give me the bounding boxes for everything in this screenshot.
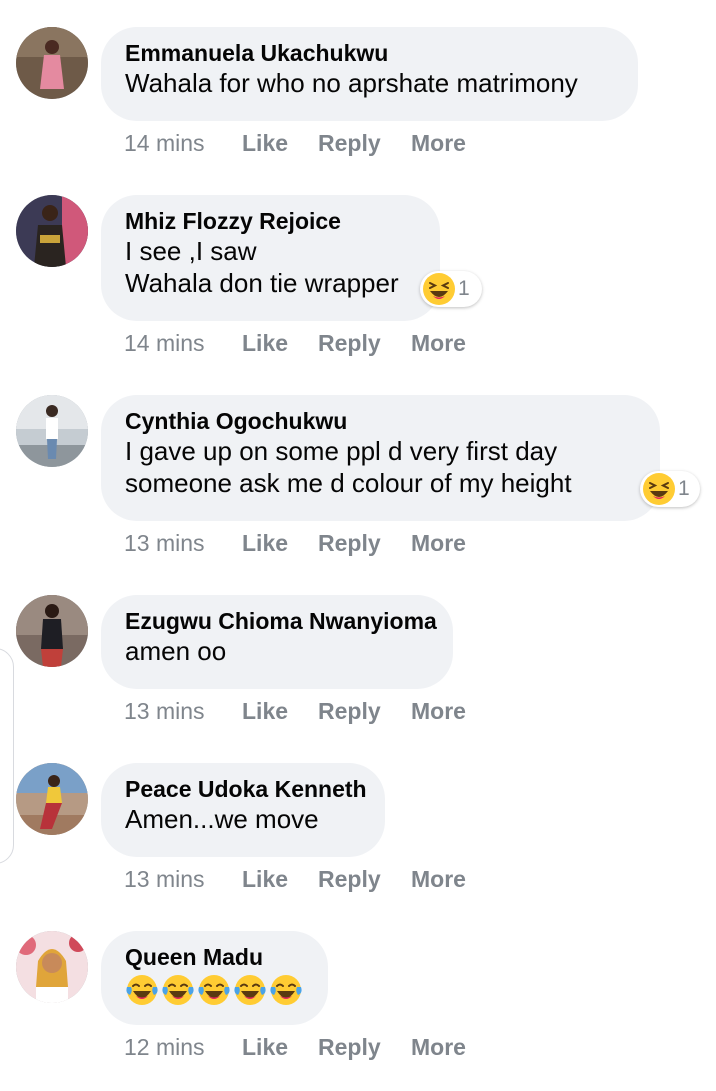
comment-author[interactable]: Mhiz Flozzy Rejoice [125,207,416,235]
comment-text: I gave up on some ppl d very first day s… [125,436,572,498]
reaction-count: 1 [458,277,470,300]
comment-text: amen oo [125,636,227,666]
avatar[interactable] [16,27,88,99]
like-button[interactable]: Like [242,129,288,157]
comment-time[interactable]: 14 mins [124,130,205,156]
comment-time[interactable]: 13 mins [124,530,205,556]
grinning-squinting-face-icon [422,272,456,306]
comment-time[interactable]: 13 mins [124,866,205,892]
reply-button[interactable]: Reply [318,697,381,725]
comment-bubble: Cynthia Ogochukwu I gave up on some ppl … [101,395,660,521]
avatar[interactable] [16,931,88,1003]
emoji-message [125,973,304,1007]
comment-text: Amen...we move [125,804,319,834]
comment-meta: 12 mins Like Reply More [124,1033,466,1061]
comment-text: Wahala for who no aprshate matrimony [125,68,578,98]
comment-bubble: Ezugwu Chioma Nwanyioma amen oo [101,595,453,689]
comment-bubble: Emmanuela Ukachukwu Wahala for who no ap… [101,27,638,121]
comment-bubble: Queen Madu [101,931,328,1025]
comment-meta: 13 mins Like Reply More [124,529,466,557]
reply-button[interactable]: Reply [318,865,381,893]
more-button[interactable]: More [411,1033,466,1061]
comment-time[interactable]: 12 mins [124,1034,205,1060]
like-button[interactable]: Like [242,697,288,725]
avatar[interactable] [16,763,88,835]
side-panel-edge [0,648,14,864]
reaction-badge[interactable]: 1 [420,271,482,307]
like-button[interactable]: Like [242,1033,288,1061]
like-button[interactable]: Like [242,865,288,893]
reaction-count: 1 [678,477,690,500]
face-with-tears-of-joy-icon [161,973,195,1007]
comment-author[interactable]: Ezugwu Chioma Nwanyioma [125,607,437,635]
like-button[interactable]: Like [242,529,288,557]
more-button[interactable]: More [411,329,466,357]
like-button[interactable]: Like [242,329,288,357]
comment-meta: 14 mins Like Reply More [124,329,466,357]
comment-author[interactable]: Emmanuela Ukachukwu [125,39,614,67]
face-with-tears-of-joy-icon [233,973,267,1007]
face-with-tears-of-joy-icon [269,973,303,1007]
comment-author[interactable]: Cynthia Ogochukwu [125,407,636,435]
comment-author[interactable]: Queen Madu [125,943,304,971]
reply-button[interactable]: Reply [318,129,381,157]
reply-button[interactable]: Reply [318,329,381,357]
reply-button[interactable]: Reply [318,1033,381,1061]
avatar[interactable] [16,595,88,667]
more-button[interactable]: More [411,529,466,557]
comment-bubble: Mhiz Flozzy Rejoice I see ,I saw Wahala … [101,195,440,321]
comment-text: I see ,I saw Wahala don tie wrapper [125,236,399,298]
avatar[interactable] [16,395,88,467]
face-with-tears-of-joy-icon [197,973,231,1007]
reaction-badge[interactable]: 1 [640,471,700,507]
avatar[interactable] [16,195,88,267]
comment-time[interactable]: 13 mins [124,698,205,724]
comment-meta: 14 mins Like Reply More [124,129,466,157]
more-button[interactable]: More [411,129,466,157]
comment-meta: 13 mins Like Reply More [124,865,466,893]
comment-bubble: Peace Udoka Kenneth Amen...we move [101,763,385,857]
grinning-squinting-face-icon [642,472,676,506]
more-button[interactable]: More [411,697,466,725]
comment-time[interactable]: 14 mins [124,330,205,356]
more-button[interactable]: More [411,865,466,893]
comment-author[interactable]: Peace Udoka Kenneth [125,775,367,803]
face-with-tears-of-joy-icon [125,973,159,1007]
comment-meta: 13 mins Like Reply More [124,697,466,725]
reply-button[interactable]: Reply [318,529,381,557]
